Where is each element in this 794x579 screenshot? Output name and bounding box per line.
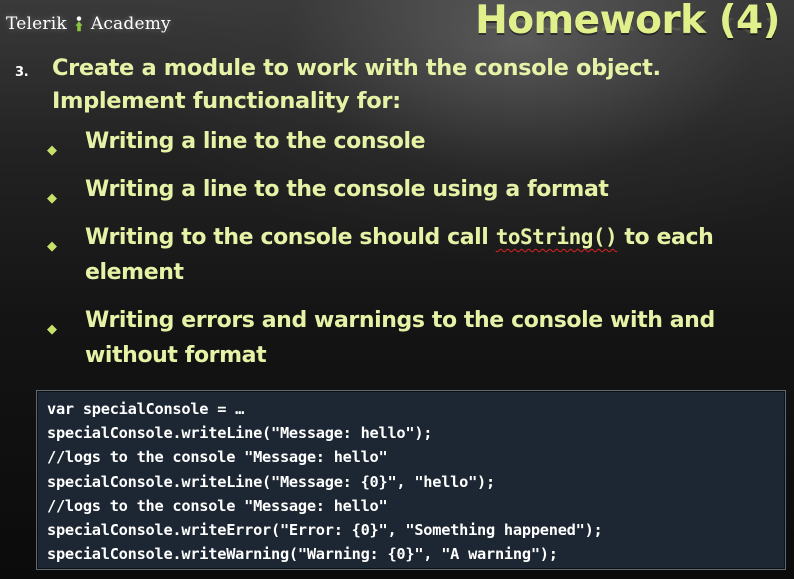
sub-item-text: Writing a line to the console using a fo… [85, 177, 609, 202]
code-line: specialConsole.writeWarning("Warning: {0… [47, 545, 558, 564]
sub-item-text: Writing a line to the console [85, 129, 426, 154]
telerik-academy-logo: Telerik Academy [6, 10, 171, 38]
code-line: specialConsole.writeLine("Message: {0}",… [47, 472, 495, 491]
slide-title-reflection: Homework (4) [475, 15, 780, 36]
logo-text-academy: Academy [90, 14, 171, 34]
code-line: //logs to the console "Message: hello" [47, 448, 388, 467]
point-number: 3. [15, 65, 29, 80]
code-line: //logs to the console "Message: hello" [47, 496, 388, 515]
sub-item-list: ◆ Writing a line to the console ◆ Writin… [0, 124, 794, 373]
sub-item-text-before: Writing to the console should call [85, 225, 496, 250]
point-text-line-1: Create a module to work with the console… [52, 55, 661, 81]
diamond-bullet-icon: ◆ [47, 143, 57, 158]
point-text-line-2: Implement functionality for: [52, 88, 401, 114]
code-example: var specialConsole = … specialConsole.wr… [36, 390, 786, 570]
code-line: var specialConsole = … [47, 400, 245, 418]
numbered-point: 3. Create a module to work with the cons… [15, 52, 782, 118]
sub-item-tostring: ◆ Writing to the console should call toS… [47, 220, 785, 290]
sub-item-write-line-format: ◆ Writing a line to the console using a … [47, 172, 785, 207]
sub-item-write-line: ◆ Writing a line to the console [47, 124, 785, 159]
slide: Telerik Academy Homework (4) Homework (4… [0, 0, 794, 579]
slide-content: 3. Create a module to work with the cons… [0, 52, 794, 386]
sub-item-errors-warnings: ◆ Writing errors and warnings to the con… [47, 303, 785, 373]
tostring-code: toString() [495, 225, 618, 249]
diamond-bullet-icon: ◆ [47, 239, 57, 254]
diamond-bullet-icon: ◆ [47, 322, 57, 337]
logo-figure-icon [75, 16, 83, 32]
diamond-bullet-icon: ◆ [47, 191, 57, 206]
sub-item-text: Writing errors and warnings to the conso… [85, 308, 715, 368]
logo-text-telerik: Telerik [6, 14, 67, 34]
code-line: specialConsole.writeError("Error: {0}", … [47, 521, 603, 540]
code-line: specialConsole.writeLine("Message: hello… [47, 424, 433, 443]
